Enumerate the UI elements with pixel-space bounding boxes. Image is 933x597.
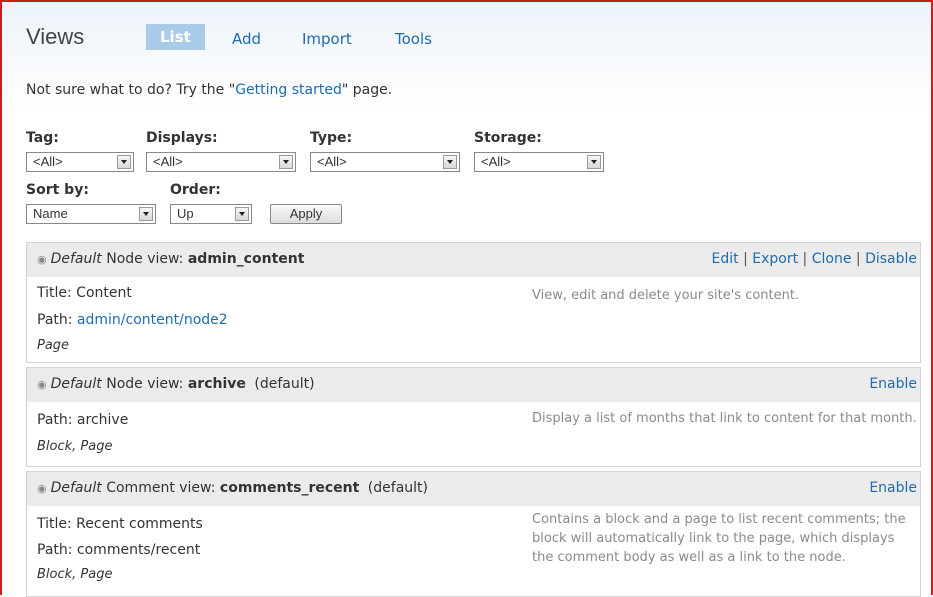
displays-filter-select[interactable]: <All> bbox=[146, 152, 296, 172]
view-storage: Default bbox=[50, 251, 102, 267]
path-link[interactable]: admin/content/node2 bbox=[77, 312, 228, 328]
storage-filter-label: Storage: bbox=[474, 130, 542, 146]
view-displays: Page bbox=[37, 338, 70, 353]
chevron-down-icon bbox=[139, 207, 153, 221]
view-storage: Default bbox=[50, 480, 102, 496]
help-suffix: " page. bbox=[341, 82, 393, 98]
separator: | bbox=[802, 251, 808, 267]
view-type: Node view: bbox=[106, 376, 184, 392]
help-text: Not sure what to do? Try the "Getting st… bbox=[26, 82, 392, 98]
displays-filter-label: Displays: bbox=[146, 130, 218, 146]
default-tag: (default) bbox=[254, 376, 315, 392]
storage-filter-value: <All> bbox=[481, 154, 511, 169]
view-name: comments_recent bbox=[219, 480, 360, 496]
view-header: ◉ Default Comment view: comments_recent (… bbox=[27, 472, 920, 506]
chevron-down-icon bbox=[587, 155, 601, 169]
edit-link[interactable]: Edit bbox=[712, 251, 739, 267]
view-title-line: Title: Recent comments bbox=[37, 516, 203, 532]
help-prefix: Not sure what to do? Try the " bbox=[26, 82, 236, 98]
view-description: Display a list of months that link to co… bbox=[532, 411, 917, 426]
order-label: Order: bbox=[170, 182, 221, 198]
view-displays: Block, Page bbox=[37, 567, 113, 582]
view-type: Comment view: bbox=[106, 480, 216, 496]
tag-filter-select[interactable]: <All> bbox=[26, 152, 134, 172]
enable-link[interactable]: Enable bbox=[869, 480, 917, 496]
tag-filter-label: Tag: bbox=[26, 130, 59, 146]
type-filter-value: <All> bbox=[317, 154, 347, 169]
clone-link[interactable]: Clone bbox=[812, 251, 852, 267]
view-item-archive: ◉ Default Node view: archive (default) En… bbox=[26, 367, 921, 467]
enable-link[interactable]: Enable bbox=[869, 376, 917, 392]
view-header: ◉ Default Node view: archive (default) En… bbox=[27, 368, 920, 402]
view-path-line: Path: archive bbox=[37, 412, 129, 428]
apply-button[interactable]: Apply bbox=[270, 204, 342, 224]
sort-by-label: Sort by: bbox=[26, 182, 89, 198]
view-title: ◉ Default Node view: admin_content bbox=[37, 251, 304, 267]
info-icon: ◉ bbox=[37, 253, 47, 266]
tag-filter-value: <All> bbox=[33, 154, 63, 169]
type-filter-select[interactable]: <All> bbox=[310, 152, 460, 172]
chevron-down-icon bbox=[235, 207, 249, 221]
view-title: ◉ Default Comment view: comments_recent (… bbox=[37, 480, 428, 496]
displays-filter-value: <All> bbox=[153, 154, 183, 169]
sort-by-value: Name bbox=[33, 206, 68, 221]
type-filter-label: Type: bbox=[310, 130, 353, 146]
path-prefix: Path: bbox=[37, 312, 77, 328]
view-type: Node view: bbox=[106, 251, 184, 267]
view-name: admin_content bbox=[187, 251, 305, 267]
view-actions: Enable bbox=[869, 480, 917, 496]
separator: | bbox=[743, 251, 748, 267]
view-title-line: Title: Content bbox=[37, 285, 132, 301]
view-path-line: Path: comments/recent bbox=[37, 542, 201, 558]
default-tag: (default) bbox=[367, 480, 428, 496]
view-header: ◉ Default Node view: admin_content Edit |… bbox=[27, 243, 920, 277]
separator: | bbox=[855, 251, 861, 267]
tab-add[interactable]: Add bbox=[218, 26, 275, 52]
storage-filter-select[interactable]: <All> bbox=[474, 152, 604, 172]
view-actions: Enable bbox=[869, 376, 917, 392]
tab-list[interactable]: List bbox=[146, 24, 205, 50]
tab-import[interactable]: Import bbox=[288, 26, 366, 52]
export-link[interactable]: Export bbox=[752, 251, 798, 267]
page-header: Views List Add Import Tools bbox=[2, 2, 931, 72]
view-title: ◉ Default Node view: archive (default) bbox=[37, 376, 315, 392]
info-icon: ◉ bbox=[37, 482, 47, 495]
getting-started-link[interactable]: Getting started bbox=[235, 82, 342, 98]
page-title: Views bbox=[26, 24, 85, 49]
view-path-line: Path: admin/content/node2 bbox=[37, 312, 228, 328]
order-select[interactable]: Up bbox=[170, 204, 252, 224]
view-description: Contains a block and a page to list rece… bbox=[532, 512, 906, 565]
view-actions: Edit | Export | Clone | Disable bbox=[712, 251, 917, 267]
view-item-admin-content: ◉ Default Node view: admin_content Edit |… bbox=[26, 242, 921, 363]
tab-tools[interactable]: Tools bbox=[381, 26, 446, 52]
sort-by-select[interactable]: Name bbox=[26, 204, 156, 224]
chevron-down-icon bbox=[443, 155, 457, 169]
order-value: Up bbox=[177, 206, 194, 221]
views-admin-page: Views List Add Import Tools Not sure wha… bbox=[0, 0, 933, 597]
disable-link[interactable]: Disable bbox=[865, 251, 917, 267]
chevron-down-icon bbox=[117, 155, 131, 169]
view-description: View, edit and delete your site's conten… bbox=[532, 288, 800, 303]
view-name: archive bbox=[187, 376, 246, 392]
view-storage: Default bbox=[50, 376, 102, 392]
view-displays: Block, Page bbox=[37, 439, 113, 454]
view-item-comments-recent: ◉ Default Comment view: comments_recent (… bbox=[26, 471, 921, 597]
chevron-down-icon bbox=[279, 155, 293, 169]
info-icon: ◉ bbox=[37, 378, 47, 391]
